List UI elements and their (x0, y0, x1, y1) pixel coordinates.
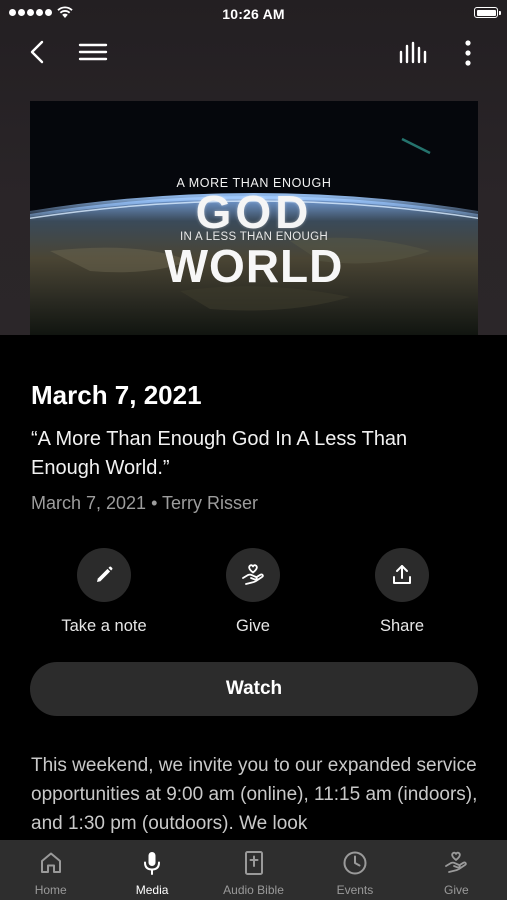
share-circle (375, 548, 429, 602)
tab-audio-bible-label: Audio Bible (223, 883, 284, 897)
clock-icon (343, 851, 367, 875)
tab-home[interactable]: Home (0, 840, 101, 900)
sermon-meta: March 7, 2021 • Terry Risser (31, 493, 259, 513)
back-button[interactable] (26, 38, 52, 66)
tab-media-label: Media (135, 883, 169, 897)
sermon-artwork[interactable]: A MORE THAN ENOUGH GOD IN A LESS THAN EN… (30, 101, 478, 335)
share-button[interactable]: Share (342, 548, 462, 636)
hero-line-world: WORLD (164, 240, 344, 292)
give-hand-heart-icon (242, 564, 264, 585)
hamburger-menu-icon (78, 43, 108, 61)
give-label: Give (236, 617, 270, 635)
more-options-button[interactable] (458, 38, 478, 68)
bible-icon (244, 851, 263, 875)
share-upload-icon (393, 565, 411, 584)
tab-give-label: Give (443, 883, 469, 897)
home-icon (40, 852, 61, 873)
sermon-description: This weekend, we invite you to our expan… (31, 755, 478, 834)
take-note-button[interactable]: Take a note (44, 548, 164, 636)
give-button[interactable]: Give (193, 548, 313, 636)
tab-events[interactable]: Events (304, 840, 405, 900)
menu-button[interactable] (78, 40, 108, 64)
battery-icon (474, 7, 501, 18)
give-hand-icon (445, 851, 468, 873)
more-vertical-icon (465, 40, 471, 66)
take-note-label: Take a note (61, 617, 147, 635)
status-time: 10:26 AM (222, 6, 285, 22)
microphone-icon (144, 852, 161, 875)
sermon-quote: “A More Than Enough God In A Less Than E… (31, 428, 408, 479)
audio-bars-icon (399, 41, 427, 64)
sermon-title: March 7, 2021 (31, 380, 202, 410)
tab-media[interactable]: Media (101, 840, 202, 900)
tab-events-label: Events (336, 883, 374, 897)
give-circle (226, 548, 280, 602)
watch-button[interactable]: Watch (30, 662, 478, 716)
tab-bar: Home Media Audio Bible Events Give (0, 840, 507, 900)
pencil-icon (97, 566, 113, 582)
tab-audio-bible[interactable]: Audio Bible (203, 840, 304, 900)
share-label: Share (379, 617, 425, 635)
tab-give[interactable]: Give (406, 840, 507, 900)
audio-levels-button[interactable] (397, 40, 431, 66)
status-bar: 10:26 AM (0, 0, 507, 28)
tab-home-label: Home (34, 883, 67, 897)
take-note-circle (77, 548, 131, 602)
chevron-left-icon (30, 40, 44, 64)
